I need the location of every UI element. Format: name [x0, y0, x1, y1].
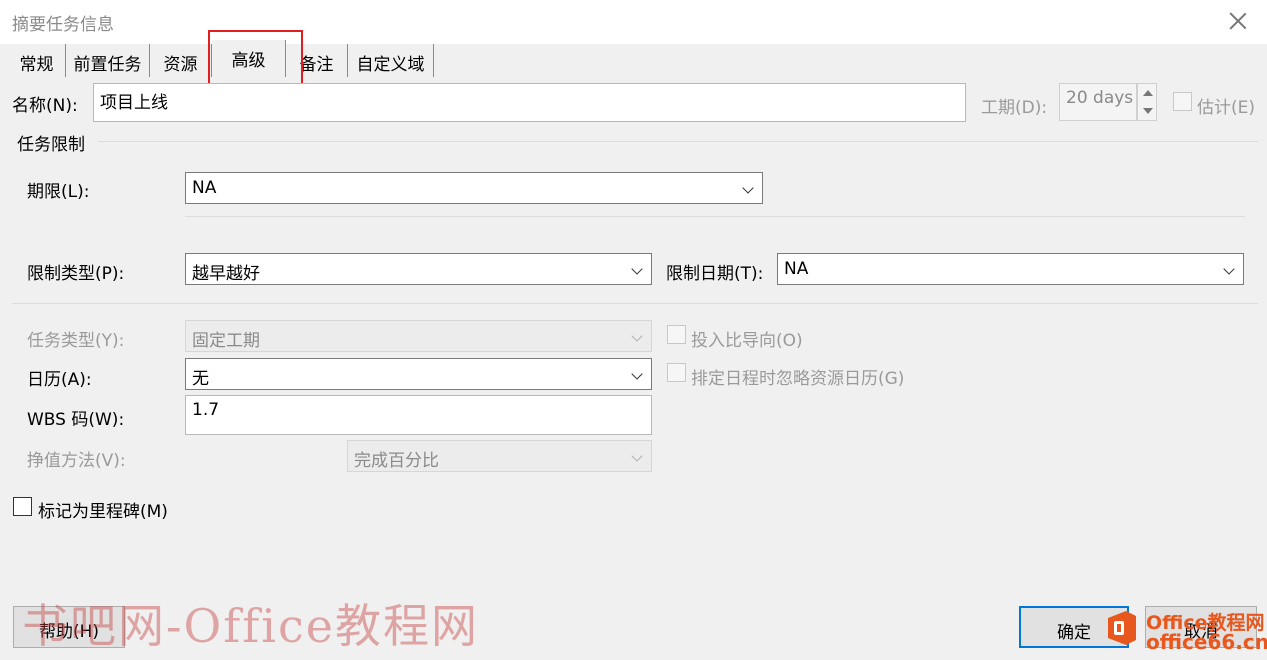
task-type-value: 固定工期: [192, 331, 260, 351]
constraint-date-dropdown[interactable]: NA: [777, 253, 1244, 285]
duration-label: 工期(D):: [981, 98, 1048, 118]
tab-notes[interactable]: 备注: [286, 44, 348, 77]
deadline-value: NA: [192, 178, 217, 198]
divider: [12, 303, 1258, 304]
tab-predecessors[interactable]: 前置任务: [66, 44, 150, 77]
name-label: 名称(N):: [12, 96, 78, 116]
cancel-button[interactable]: 取消: [1145, 606, 1257, 648]
divider: [185, 216, 1245, 217]
ignore-resource-calendars-label: 排定日程时忽略资源日历(G): [691, 369, 905, 389]
section-divider: [98, 141, 1258, 142]
ok-button[interactable]: 确定: [1019, 606, 1129, 648]
tab-advanced[interactable]: 高级: [212, 40, 286, 77]
wbs-input[interactable]: 1.7: [185, 395, 652, 435]
spin-up-icon[interactable]: [1143, 90, 1153, 96]
name-input[interactable]: 项目上线: [93, 83, 966, 122]
constraint-type-label: 限制类型(P):: [27, 264, 125, 284]
tab-resources[interactable]: 资源: [150, 44, 212, 77]
duration-input[interactable]: 20 days: [1059, 83, 1137, 121]
earned-value-value: 完成百分比: [354, 451, 439, 471]
deadline-dropdown[interactable]: NA: [185, 172, 763, 204]
effort-driven-checkbox[interactable]: [667, 325, 686, 344]
constraints-section-title: 任务限制: [17, 135, 85, 155]
chevron-down-icon: [1223, 263, 1235, 275]
milestone-checkbox[interactable]: [13, 497, 32, 516]
constraint-type-dropdown[interactable]: 越早越好: [185, 253, 652, 285]
chevron-down-icon: [742, 182, 754, 194]
tab-general[interactable]: 常规: [8, 44, 66, 77]
estimated-label: 估计(E): [1197, 98, 1256, 118]
effort-driven-label: 投入比导向(O): [691, 331, 803, 351]
chevron-down-icon: [631, 263, 643, 275]
wbs-label: WBS 码(W):: [27, 410, 125, 430]
milestone-label: 标记为里程碑(M): [38, 502, 168, 522]
constraint-date-value: NA: [784, 259, 809, 279]
close-icon[interactable]: [1223, 6, 1253, 36]
task-type-dropdown[interactable]: 固定工期: [185, 320, 652, 352]
earned-value-dropdown[interactable]: 完成百分比: [347, 440, 652, 472]
duration-spinner[interactable]: [1137, 83, 1157, 121]
constraint-type-value: 越早越好: [192, 264, 260, 284]
calendar-value: 无: [192, 369, 209, 389]
calendar-label: 日历(A):: [27, 370, 92, 390]
calendar-dropdown[interactable]: 无: [185, 358, 652, 390]
chevron-down-icon: [631, 368, 643, 380]
tab-strip: 常规 前置任务 资源 高级 备注 自定义域: [0, 40, 1267, 77]
chevron-down-icon: [631, 330, 643, 342]
advanced-panel: 名称(N): 项目上线 工期(D): 20 days 估计(E) 任务限制 期限…: [0, 77, 1267, 660]
earned-value-label: 挣值方法(V):: [27, 451, 126, 471]
help-button[interactable]: 帮助(H): [13, 606, 125, 648]
deadline-label: 期限(L):: [27, 182, 90, 202]
constraint-date-label: 限制日期(T):: [666, 264, 764, 284]
estimated-checkbox[interactable]: [1173, 92, 1192, 111]
tab-custom-fields[interactable]: 自定义域: [348, 44, 434, 77]
chevron-down-icon: [631, 450, 643, 462]
task-type-label: 任务类型(Y):: [27, 331, 125, 351]
window-title: 摘要任务信息: [12, 15, 114, 35]
ignore-resource-calendars-checkbox[interactable]: [667, 363, 686, 382]
spin-down-icon[interactable]: [1143, 108, 1153, 114]
title-bar: 摘要任务信息: [0, 0, 1267, 44]
